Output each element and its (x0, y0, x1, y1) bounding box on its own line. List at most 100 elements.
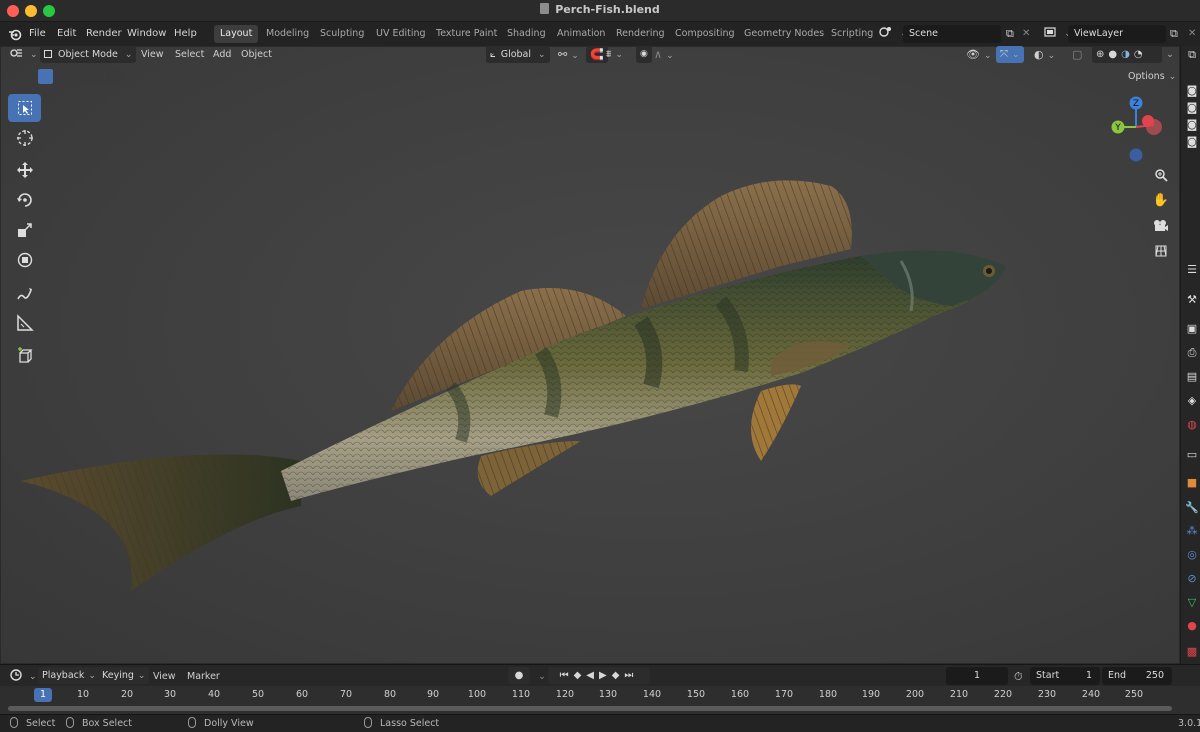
object-mode-dropdown[interactable]: Object Mode (40, 46, 137, 63)
menu-render[interactable]: Render (86, 22, 122, 46)
blender-logo-icon[interactable] (8, 22, 22, 46)
shading-options-chevron-icon[interactable]: ⌄ (1166, 46, 1174, 63)
scene-name-field[interactable]: Scene (903, 25, 1001, 43)
collection-properties-icon[interactable]: ▭ (1185, 448, 1199, 462)
start-frame-field[interactable]: Start 1 (1030, 667, 1100, 685)
solid-shading-icon[interactable]: ● (1108, 49, 1121, 60)
new-view-layer-icon[interactable]: ⧉ (1170, 22, 1178, 46)
select-box-tool-icon[interactable] (8, 94, 41, 122)
new-window-icon[interactable]: ⧉ (1185, 48, 1199, 62)
scale-tool-icon[interactable] (8, 216, 41, 244)
current-frame-indicator[interactable]: 1 (34, 688, 52, 702)
render-camera-icon[interactable]: ◙ (1185, 84, 1199, 98)
select-new-icon[interactable] (38, 69, 53, 84)
playback-menu[interactable]: Playback (38, 667, 100, 684)
pivot-point-icon[interactable]: ⚯ (558, 46, 579, 63)
current-frame-field[interactable]: 1 (946, 667, 1008, 685)
snap-target-icon[interactable]: ⩩ (606, 46, 623, 63)
camera-view-icon[interactable] (1150, 214, 1172, 236)
render-camera-icon[interactable]: ◙ (1185, 118, 1199, 132)
select-subtract-icon[interactable] (72, 69, 87, 84)
pan-view-hand-icon[interactable]: ✋ (1150, 189, 1172, 211)
proportional-falloff-icon[interactable]: ∧ (654, 46, 674, 63)
data-properties-icon[interactable]: ▽ (1185, 596, 1199, 610)
gizmo-z-negative-icon[interactable] (1129, 148, 1143, 162)
shading-mode-buttons[interactable]: ⊕●◑◔ (1092, 46, 1162, 63)
material-shading-icon[interactable]: ◑ (1121, 49, 1134, 60)
menu-select[interactable]: Select (175, 46, 204, 63)
navigation-gizmo[interactable]: Z Y (1108, 95, 1168, 165)
transform-tool-icon[interactable] (8, 246, 41, 274)
object-properties-icon[interactable]: ■ (1185, 476, 1199, 490)
properties-editor-icon[interactable]: ☰ (1185, 263, 1199, 277)
timeline-scrollbar[interactable] (8, 706, 1172, 711)
wireframe-shading-icon[interactable]: ⊕ (1096, 49, 1108, 60)
render-properties-icon[interactable]: ▣ (1185, 322, 1199, 336)
delete-scene-icon[interactable]: ✕ (1022, 22, 1030, 46)
keying-menu[interactable]: Keying (98, 667, 150, 684)
material-properties-icon[interactable]: ● (1185, 619, 1199, 633)
particles-properties-icon[interactable]: ⁂ (1185, 524, 1199, 538)
move-tool-icon[interactable] (8, 156, 41, 184)
new-scene-icon[interactable]: ⧉ (1006, 22, 1014, 46)
perspective-toggle-icon[interactable] (1150, 240, 1172, 262)
timeline-marker-menu[interactable]: Marker (187, 668, 220, 685)
tab-rendering[interactable]: Rendering (610, 25, 671, 43)
play-reverse-icon[interactable]: ◀ (586, 670, 599, 681)
menu-object[interactable]: Object (241, 46, 272, 63)
tab-uv-editing[interactable]: UV Editing (370, 25, 432, 43)
zoom-view-icon[interactable] (1150, 164, 1172, 186)
jump-to-start-icon[interactable]: ⏮ (560, 670, 574, 681)
render-camera-icon[interactable]: ◙ (1185, 101, 1199, 115)
snap-toggle-icon[interactable]: 🧲 (586, 46, 608, 63)
tab-animation[interactable]: Animation (551, 25, 611, 43)
jump-to-previous-keyframe-icon[interactable]: ◆ (574, 670, 587, 681)
transform-orientation-dropdown[interactable]: ⟀ Global (486, 46, 550, 63)
editor-type-icon[interactable] (10, 46, 38, 63)
physics-properties-icon[interactable]: ◎ (1185, 548, 1199, 562)
add-cube-tool-icon[interactable] (8, 342, 41, 370)
proportional-editing-icon[interactable]: ◉ (636, 46, 652, 63)
tab-modeling[interactable]: Modeling (260, 25, 315, 43)
tab-sculpting[interactable]: Sculpting (314, 25, 370, 43)
gizmo-x-icon[interactable] (1142, 115, 1154, 127)
select-extend-icon[interactable] (55, 69, 70, 84)
preview-range-icon[interactable]: ⏱ (1014, 668, 1023, 685)
gizmo-toggle-icon[interactable]: ⤧ (996, 46, 1024, 63)
overlays-icon[interactable]: ◐ (1034, 46, 1055, 63)
menu-help[interactable]: Help (174, 22, 197, 46)
perch-fish-model[interactable] (1, 47, 1181, 665)
tab-scripting[interactable]: Scripting (825, 25, 879, 43)
jump-to-end-icon[interactable]: ⏭ (624, 670, 638, 681)
menu-file[interactable]: File (29, 22, 46, 46)
render-camera-icon[interactable]: ◙ (1185, 135, 1199, 149)
xray-toggle-icon[interactable]: ▢ (1072, 46, 1082, 63)
visibility-eye-icon[interactable]: 👁 (966, 46, 992, 63)
delete-view-layer-icon[interactable]: ✕ (1188, 22, 1196, 46)
menu-add[interactable]: Add (213, 46, 231, 63)
annotate-tool-icon[interactable] (8, 280, 41, 308)
timeline-scrollbar-thumb[interactable] (8, 706, 1172, 711)
menu-view[interactable]: View (141, 46, 164, 63)
rendered-shading-icon[interactable]: ◔ (1134, 49, 1147, 60)
texture-properties-icon[interactable]: ▩ (1185, 645, 1199, 659)
constraints-properties-icon[interactable]: ⊘ (1185, 572, 1199, 586)
tab-geometry-nodes[interactable]: Geometry Nodes (738, 25, 830, 43)
select-intersect-icon[interactable] (106, 69, 121, 84)
select-invert-icon[interactable] (89, 69, 104, 84)
view-layer-name-field[interactable]: ViewLayer (1068, 25, 1166, 43)
world-properties-icon[interactable]: ◍ (1185, 418, 1199, 432)
scene-properties-icon[interactable]: ◈ (1185, 394, 1199, 408)
tab-layout[interactable]: Layout (214, 25, 259, 43)
modifier-properties-icon[interactable]: 🔧 (1185, 501, 1199, 515)
options-dropdown[interactable]: Options (1124, 68, 1180, 86)
view-layer-properties-icon[interactable]: ▤ (1185, 370, 1199, 384)
timeline-view-menu[interactable]: View (153, 668, 176, 685)
cursor-tool-icon[interactable] (8, 124, 41, 152)
jump-to-next-keyframe-icon[interactable]: ◆ (612, 670, 625, 681)
end-frame-field[interactable]: End 250 (1102, 667, 1172, 685)
timeline-editor-type-icon[interactable] (10, 668, 37, 685)
3d-viewport[interactable] (0, 46, 1180, 664)
tab-texture-paint[interactable]: Texture Paint (430, 25, 503, 43)
rotate-tool-icon[interactable] (8, 186, 41, 214)
